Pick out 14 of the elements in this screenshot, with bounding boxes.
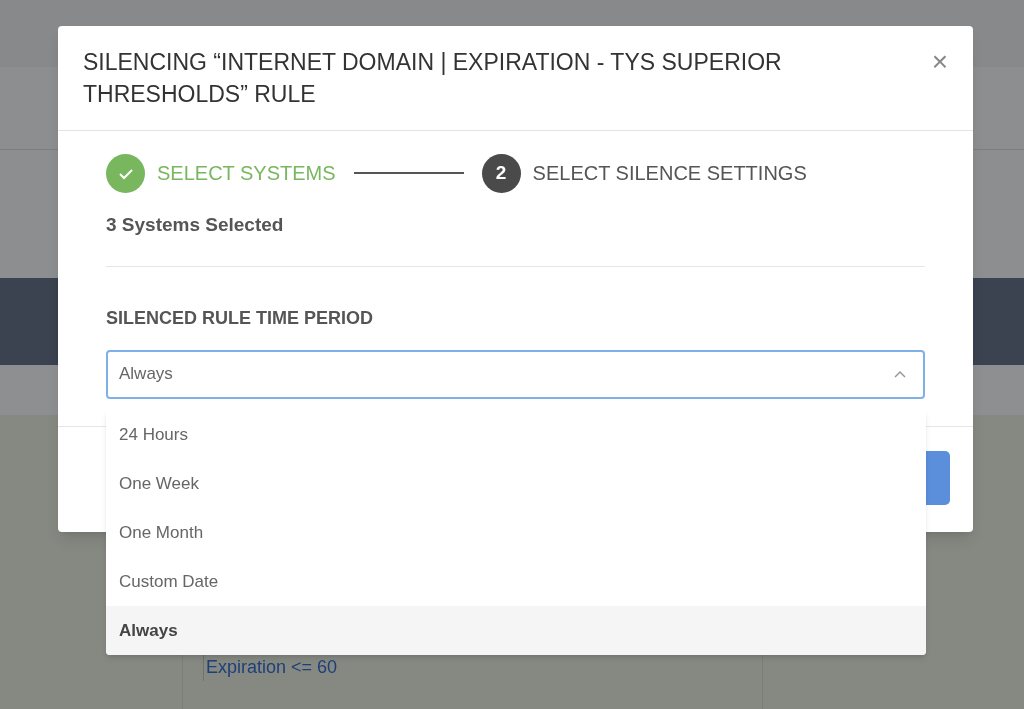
dropdown-option[interactable]: 24 Hours: [106, 410, 926, 459]
field-label: SILENCED RULE TIME PERIOD: [106, 306, 375, 330]
time-period-select[interactable]: Always: [106, 349, 925, 399]
close-button[interactable]: ×: [931, 48, 948, 76]
step-label: SELECT SILENCE SETTINGS: [532, 161, 807, 186]
step-label: SELECT SYSTEMS: [157, 161, 336, 186]
dropdown-option[interactable]: Custom Date: [106, 557, 926, 606]
dropdown-option[interactable]: One Month: [106, 508, 926, 557]
dialog-title: SILENCING “INTERNET DOMAIN | EXPIRATION - TYS SUPERIOR THRESHOLDS” RULE: [83, 48, 783, 109]
step-number: 2: [481, 153, 521, 193]
caret-icon: [894, 370, 906, 378]
dropdown-option[interactable]: One Week: [106, 459, 926, 508]
dropdown-option[interactable]: Always: [106, 606, 926, 655]
selection-summary: 3 Systems Selected: [106, 213, 285, 237]
